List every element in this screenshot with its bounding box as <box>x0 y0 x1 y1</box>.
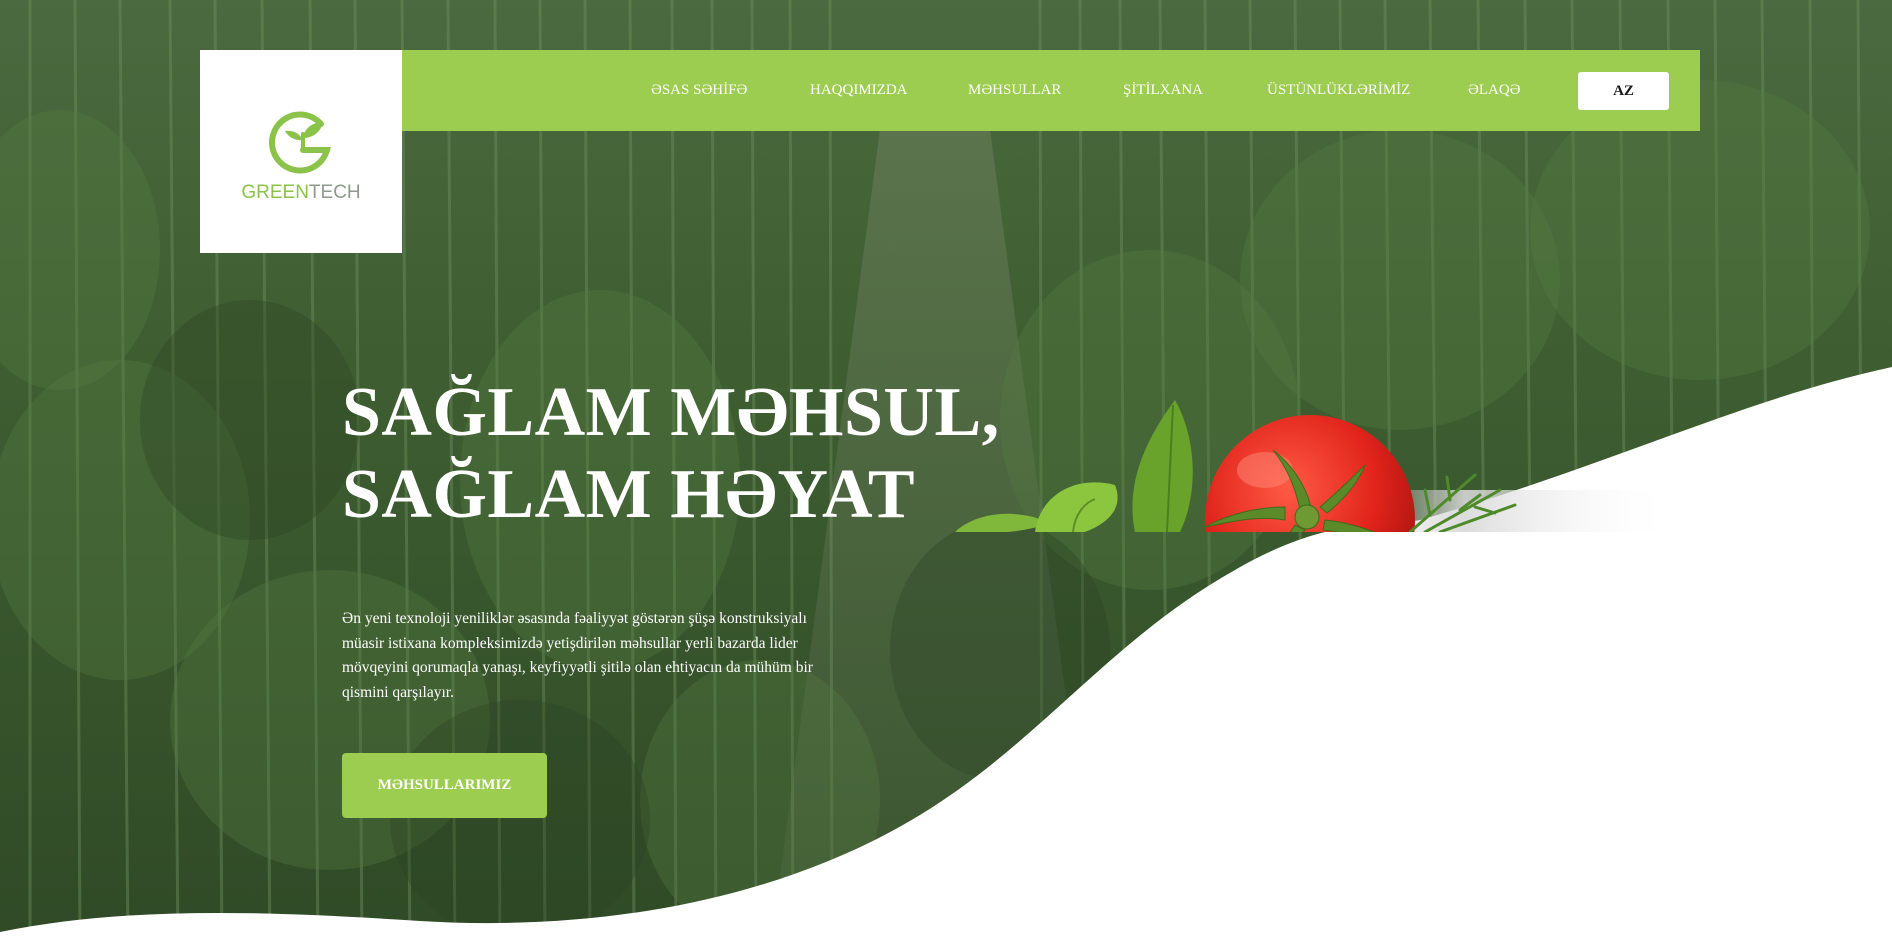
brand-name-green: GREEN <box>241 181 309 203</box>
tomato-basil-image <box>955 400 1675 532</box>
nav-item-nursery[interactable]: ŞİTİLXANA <box>1123 50 1203 131</box>
nav-item-about[interactable]: HAQQIMIZDA <box>810 50 908 131</box>
language-selector[interactable]: AZ <box>1578 72 1669 110</box>
products-cta-button[interactable]: MƏHSULLARIMIZ <box>342 753 547 818</box>
hero-description: Ən yeni texnoloji yeniliklər əsasında fə… <box>342 610 813 701</box>
greentech-g-leaf-icon <box>269 111 331 173</box>
nav-item-contact[interactable]: ƏLAQƏ <box>1468 50 1521 131</box>
brand-name: GREENTECH <box>241 182 360 204</box>
nav-item-advantages[interactable]: ÜSTÜNLÜKLƏRİMİZ <box>1267 50 1410 131</box>
hero-headline-line2: SAĞLAM HƏYAT <box>342 456 916 533</box>
nav-item-home[interactable]: ƏSAS SƏHİFƏ <box>651 50 747 131</box>
main-nav: ƏSAS SƏHİFƏ HAQQIMIZDA MƏHSULLAR ŞİTİLXA… <box>402 50 1700 131</box>
hero-headline: SAĞLAM MƏHSUL, SAĞLAM HƏYAT <box>342 372 1000 536</box>
hero-section: GREENTECH ƏSAS SƏHİFƏ HAQQIMIZDA MƏHSULL… <box>0 0 1892 951</box>
nav-item-products[interactable]: MƏHSULLAR <box>968 50 1061 131</box>
logo-box[interactable]: GREENTECH <box>200 50 402 253</box>
brand-name-tech: TECH <box>308 181 361 203</box>
hero-headline-line1: SAĞLAM MƏHSUL, <box>342 374 1000 451</box>
